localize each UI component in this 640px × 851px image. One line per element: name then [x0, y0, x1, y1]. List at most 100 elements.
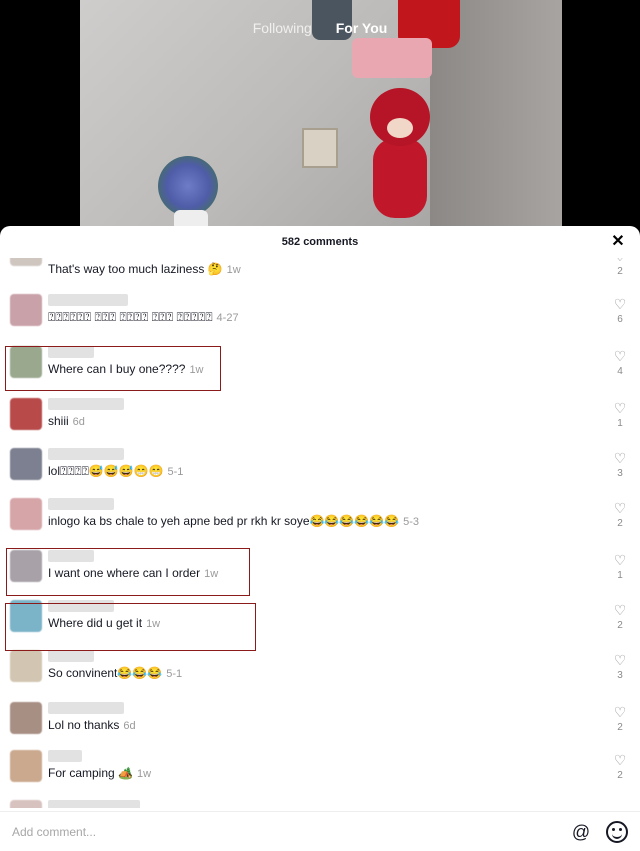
comment-text: For camping 🏕️ 1w — [48, 766, 151, 780]
tab-for-you[interactable]: For You — [336, 20, 388, 36]
comment-body: inlogo ka bs chale to yeh apne bed pr rk… — [48, 514, 400, 528]
video-bear-body — [373, 138, 427, 218]
highlight-box — [5, 603, 256, 651]
highlight-box — [6, 548, 250, 596]
avatar[interactable] — [10, 258, 42, 266]
like-count: 2 — [617, 518, 623, 529]
heart-icon: ♡ — [613, 348, 627, 364]
emoji-icon[interactable] — [606, 821, 628, 843]
like-button[interactable]: ♡ 3 — [610, 450, 630, 479]
avatar[interactable] — [10, 294, 42, 326]
close-icon[interactable]: ✕ — [608, 232, 628, 252]
username-redacted — [48, 650, 94, 662]
like-count: 1 — [617, 570, 623, 581]
username-redacted — [48, 800, 140, 808]
heart-icon: ♡ — [613, 704, 627, 720]
comments-panel: 582 comments ✕ That's way too much lazin… — [0, 226, 640, 851]
comment-text: inlogo ka bs chale to yeh apne bed pr rk… — [48, 514, 419, 528]
avatar[interactable] — [10, 398, 42, 430]
comment-list[interactable]: That's way too much laziness 🤔1w ♡2 ⍰⍰⍰⍰… — [0, 258, 640, 808]
username-redacted — [48, 750, 82, 762]
comment-text: That's way too much laziness 🤔 1w — [48, 262, 241, 276]
username-redacted — [48, 448, 124, 460]
heart-icon: ♡ — [613, 602, 627, 618]
like-count: 6 — [617, 314, 623, 325]
comments-count: 582 comments — [281, 236, 359, 248]
like-count: 2 — [617, 722, 623, 733]
comment-text: lol⍰⍰⍰⍰😅😅😅😁😁 5-1 — [48, 464, 183, 479]
like-button[interactable]: ♡2 — [610, 704, 630, 733]
heart-icon: ♡ — [610, 258, 630, 264]
comment-time: 1w — [136, 768, 152, 780]
like-button[interactable]: ♡ 1 — [610, 400, 630, 429]
comment-body: That's way too much laziness 🤔 — [48, 262, 223, 276]
video-flowers — [158, 156, 218, 216]
like-count: 3 — [617, 670, 623, 681]
like-count: 2 — [617, 266, 623, 277]
comment-time: 5-3 — [403, 516, 420, 528]
like-button[interactable]: ♡2 — [610, 752, 630, 781]
comment-body: For camping 🏕️ — [48, 766, 133, 780]
list-item: shiii 6d ♡ 1 — [0, 396, 640, 444]
comment-body: So convinent😂😂😂 — [48, 666, 163, 680]
video-player[interactable]: Following For You — [0, 0, 640, 240]
heart-icon: ♡ — [613, 752, 627, 768]
avatar[interactable] — [10, 702, 42, 734]
like-count: 2 — [617, 770, 623, 781]
like-button[interactable]: ♡ 1 — [610, 552, 630, 581]
avatar[interactable] — [10, 650, 42, 682]
tab-following[interactable]: Following — [253, 20, 312, 36]
heart-icon: ♡ — [613, 652, 627, 668]
comment-text: So convinent😂😂😂 5-1 — [48, 666, 182, 680]
comment-body: shiii — [48, 414, 69, 428]
at-icon[interactable]: @ — [570, 821, 592, 843]
username-redacted — [48, 294, 128, 306]
comment-time: 5-1 — [166, 668, 183, 680]
heart-icon: ♡ — [613, 500, 627, 516]
comments-header: 582 comments ✕ — [0, 226, 640, 258]
heart-icon: ♡ — [613, 400, 627, 416]
video-pink-shelf — [352, 38, 432, 78]
comment-input[interactable] — [12, 822, 552, 842]
username-redacted — [48, 498, 114, 510]
comment-time: 5-1 — [167, 466, 184, 478]
list-item: So convinent😂😂😂 5-1 ♡ 3 — [0, 648, 640, 696]
like-count: 3 — [617, 468, 623, 479]
avatar[interactable] — [10, 498, 42, 530]
list-item: lol⍰⍰⍰⍰😅😅😅😁😁 5-1 ♡ 3 — [0, 446, 640, 494]
like-button[interactable]: ♡2 — [610, 258, 630, 277]
heart-icon: ♡ — [613, 552, 627, 568]
feed-tabs: Following For You — [0, 20, 640, 36]
comment-time: 6d — [72, 416, 85, 428]
avatar[interactable] — [10, 750, 42, 782]
username-redacted — [48, 702, 124, 714]
like-count: 1 — [617, 418, 623, 429]
comment-text: shiii 6d — [48, 414, 85, 428]
list-item: ⍰⍰⍰⍰⍰⍰ ⍰⍰⍰ ⍰⍰⍰⍰ ⍰⍰⍰ ⍰⍰⍰⍰⍰ 4-27 ♡ 6 — [0, 292, 640, 340]
comment-time: 4-27 — [216, 312, 239, 324]
comment-body: Lol no thanks — [48, 718, 120, 732]
comment-body: lol⍰⍰⍰⍰😅😅😅😁😁 — [48, 464, 164, 478]
video-frame — [80, 0, 562, 240]
heart-icon: ♡ — [613, 450, 627, 466]
avatar[interactable] — [10, 448, 42, 480]
list-item — [0, 798, 640, 808]
list-item: Lol no thanks 6d ♡ 2 — [0, 700, 640, 748]
heart-icon: ♡ — [613, 296, 627, 312]
list-item: inlogo ka bs chale to yeh apne bed pr rk… — [0, 496, 640, 544]
avatar[interactable] — [10, 800, 42, 808]
username-redacted — [48, 398, 124, 410]
comment-text: Lol no thanks 6d — [48, 718, 136, 732]
comment-text: ⍰⍰⍰⍰⍰⍰ ⍰⍰⍰ ⍰⍰⍰⍰ ⍰⍰⍰ ⍰⍰⍰⍰⍰ 4-27 — [48, 310, 239, 325]
like-button[interactable]: ♡2 — [610, 602, 630, 631]
like-button[interactable]: ♡ 6 — [610, 296, 630, 325]
video-power-socket — [302, 128, 338, 168]
like-button[interactable]: ♡2 — [610, 500, 630, 529]
list-item: For camping 🏕️ 1w ♡ 2 — [0, 748, 640, 796]
like-button[interactable]: ♡ 3 — [610, 652, 630, 681]
comment-input-bar: @ — [0, 811, 640, 851]
video-bear-muzzle — [387, 118, 413, 138]
like-count: 4 — [617, 366, 623, 377]
like-button[interactable]: ♡ 4 — [610, 348, 630, 377]
comment-time: 6d — [123, 720, 136, 732]
